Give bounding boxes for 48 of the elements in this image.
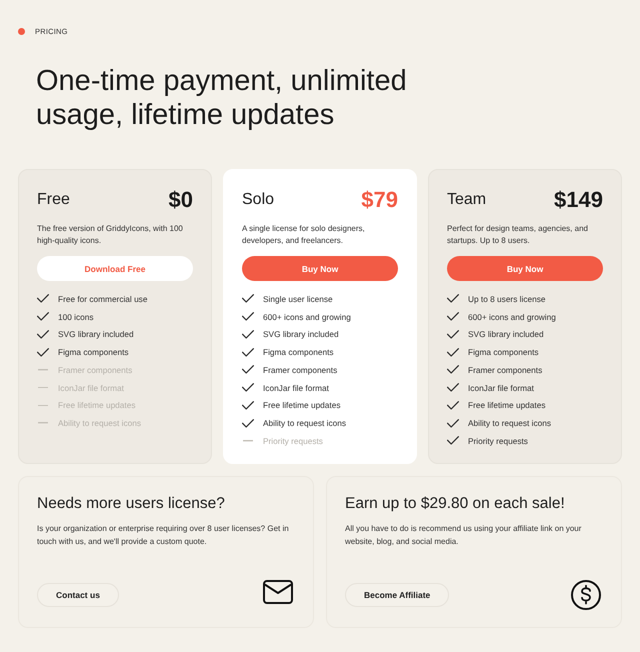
feature-text: Up to 8 users license (468, 294, 546, 304)
feature-text: IconJar file format (263, 382, 329, 393)
feature-text: Priority requests (468, 436, 528, 446)
plan-name: Solo (242, 190, 274, 210)
plan-button[interactable]: Buy Now (447, 256, 603, 281)
dollar-coin-icon (571, 580, 601, 610)
plan-name: Free (37, 190, 70, 210)
card-title: Needs more users license? (37, 494, 226, 513)
feature-text: Free for commercial use (58, 294, 148, 304)
feature-text: 600+ icons and growing (263, 312, 351, 322)
page-heading: One-time payment, unlimited usage, lifetime updates (36, 64, 408, 132)
feature-text: Single user license (263, 294, 333, 304)
plan-name: Team (447, 190, 486, 210)
plan-description: A single license for solo designers, developers, and freelancers. (242, 223, 366, 247)
feature-text: Ability to request icons (263, 418, 346, 428)
plan-price: $149 (554, 188, 603, 212)
feature-text: Framer components (58, 364, 132, 375)
feature-text: SVG library included (58, 329, 134, 340)
feature-text: Ability to request icons (468, 418, 552, 428)
card-button[interactable]: Become Affiliate (345, 582, 450, 607)
feature-text: SVG library included (263, 329, 339, 340)
feature-text: Free lifetime updates (263, 400, 340, 410)
plan-button[interactable]: Download Free (37, 256, 193, 281)
feature-text: Figma components (263, 347, 334, 358)
feature-text: Ability to request icons (58, 418, 142, 428)
feature-text: Priority requests (263, 436, 323, 446)
plan-description: Perfect for design teams, agencies, and startups. Up to 8 users. (447, 223, 589, 247)
feature-text: Free lifetime updates (468, 400, 546, 410)
feature-text: 100 icons (58, 312, 94, 322)
feature-text: Framer components (468, 364, 542, 375)
card-button[interactable]: Contact us (37, 582, 119, 607)
plan-description: The free version of GriddyIcons, with 100 high-quality icons. (37, 223, 184, 247)
plan-price: $79 (361, 188, 398, 212)
card-text: All you have to do is recommend us using your affiliate link on your website, blog, and social media. (345, 522, 582, 548)
card-title: Earn up to $29.80 on each sale! (345, 494, 566, 513)
plan-price: $0 (168, 188, 193, 212)
feature-text: Figma components (468, 347, 539, 358)
plan-button[interactable]: Buy Now (242, 256, 398, 281)
feature-text: 600+ icons and growing (468, 312, 556, 322)
dot-icon (18, 28, 25, 34)
feature-text: SVG library included (468, 329, 544, 340)
feature-text: Free lifetime updates (58, 400, 136, 410)
feature-text: IconJar file format (58, 382, 124, 393)
feature-text: Figma components (58, 347, 129, 358)
feature-text: IconJar file format (468, 382, 534, 393)
feature-text: Framer components (263, 364, 338, 375)
card-text: Is your organization or enterprise requiring over 8 user licenses? Get in touch with us, and we'll provide a custom quote. (37, 522, 290, 548)
envelope-icon (263, 580, 293, 604)
